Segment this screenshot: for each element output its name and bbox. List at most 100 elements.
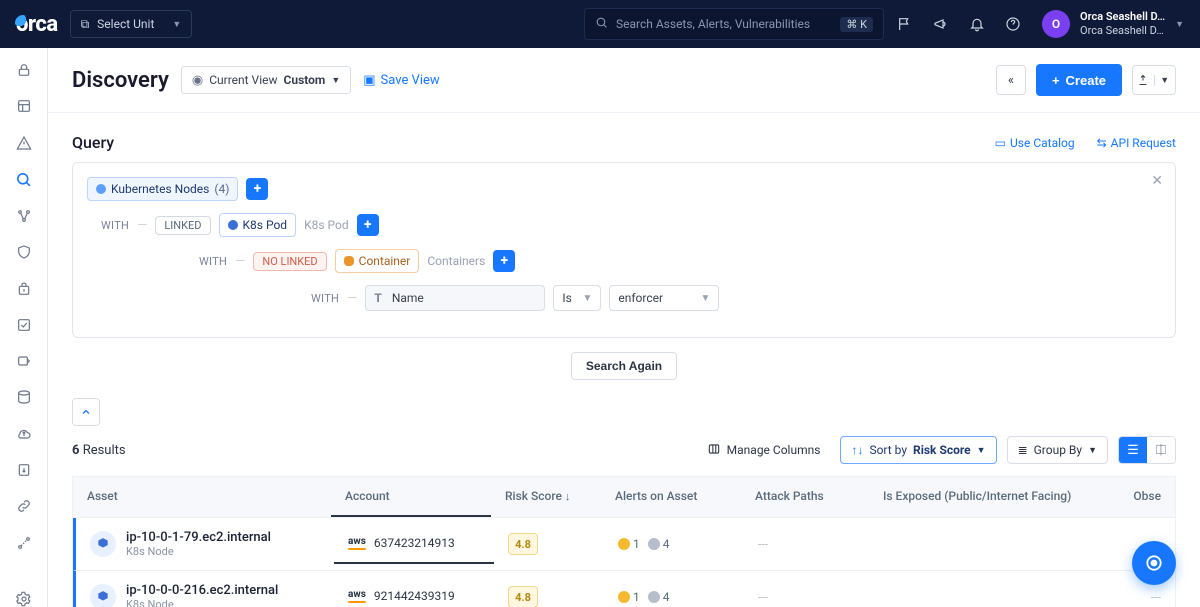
add-chip-button[interactable]: + xyxy=(493,250,515,272)
empty-value: --- xyxy=(758,590,768,604)
help-icon[interactable] xyxy=(1004,15,1022,33)
nav-settings-icon[interactable] xyxy=(14,591,34,607)
bell-icon[interactable] xyxy=(968,15,986,33)
col-obs[interactable]: Obse xyxy=(1109,477,1175,517)
col-risk[interactable]: Risk Score ↓ xyxy=(491,477,601,517)
export-icon[interactable] xyxy=(1133,74,1154,86)
nav-nodes-icon[interactable] xyxy=(14,208,34,224)
table-row[interactable]: ip-10-0-1-79.ec2.internal K8s Node aws 63… xyxy=(73,518,1175,571)
alert-pill: 4 xyxy=(648,590,670,604)
table-header: Asset Account Risk Score ↓ Alerts on Ass… xyxy=(73,476,1175,518)
account-id: 637423214913 xyxy=(374,536,455,550)
asset-name: ip-10-0-0-216.ec2.internal xyxy=(126,583,278,598)
flag-icon[interactable] xyxy=(896,15,914,33)
nav-shield-icon[interactable] xyxy=(14,244,34,260)
ghost-containers: Containers xyxy=(427,254,485,268)
nav-lock-icon[interactable] xyxy=(14,62,34,78)
logo[interactable]: oorcarca xyxy=(16,12,58,37)
operator-select[interactable]: Is ▼ xyxy=(553,285,601,311)
api-request-link[interactable]: ⇆API Request xyxy=(1097,136,1176,150)
current-view-chip[interactable]: ◉ Current View Custom ▼ xyxy=(181,66,351,94)
col-attack[interactable]: Attack Paths xyxy=(741,477,869,517)
nav-layout-icon[interactable] xyxy=(14,98,34,114)
create-button[interactable]: + Create xyxy=(1036,64,1122,96)
aws-icon: aws xyxy=(348,536,366,550)
chat-fab[interactable] xyxy=(1132,541,1176,585)
linked-badge[interactable]: LINKED xyxy=(155,216,210,235)
megaphone-icon[interactable] xyxy=(932,15,950,33)
nav-db-icon[interactable] xyxy=(14,389,34,405)
nav-search-icon[interactable] xyxy=(14,171,34,188)
query-title: Query xyxy=(72,133,114,152)
chevron-down-icon: ▼ xyxy=(582,293,592,304)
table-row[interactable]: ip-10-0-0-216.ec2.internal K8s Node aws9… xyxy=(73,571,1175,607)
columns-icon xyxy=(707,442,721,459)
save-view-link[interactable]: ▣ Save View xyxy=(363,73,439,88)
use-catalog-link[interactable]: ▭Use Catalog xyxy=(995,136,1075,150)
chevron-down-icon: ▼ xyxy=(331,75,340,86)
chip-k8s-pod[interactable]: K8s Pod xyxy=(219,213,297,237)
chevron-down-icon: ▼ xyxy=(172,19,181,30)
collapse-section-button[interactable] xyxy=(72,398,100,426)
user-menu[interactable]: O Orca Seashell D… Orca Seashell D… ▼ xyxy=(1042,10,1184,39)
unit-select[interactable]: ⧉ Select Unit ▼ xyxy=(70,10,193,38)
view-toggle: ☰ ⎅ xyxy=(1118,436,1176,464)
value-select[interactable]: enforcer ▼ xyxy=(609,285,719,311)
sort-icon: ↑↓ xyxy=(851,443,863,457)
topbar-icons xyxy=(896,15,1022,33)
nav-alert-icon[interactable] xyxy=(14,135,34,151)
side-nav xyxy=(0,48,48,607)
nav-link-icon[interactable] xyxy=(14,498,34,514)
eye-icon: ◉ xyxy=(192,73,203,88)
chevron-down-icon[interactable]: ▼ xyxy=(1154,75,1176,86)
page-header: Discovery ◉ Current View Custom ▼ ▣ Save… xyxy=(48,48,1200,113)
chip-container[interactable]: Container xyxy=(335,249,420,273)
results-count: 6 Results xyxy=(72,443,126,458)
api-icon: ⇆ xyxy=(1097,136,1107,150)
group-by-button[interactable]: ≣ Group By ▼ xyxy=(1007,436,1108,464)
text-icon: T xyxy=(374,291,381,305)
nav-cloud-up-icon[interactable] xyxy=(14,426,34,442)
card-view-button[interactable]: ⎅ xyxy=(1147,437,1175,463)
chip-kubernetes-nodes[interactable]: Kubernetes Nodes (4) xyxy=(87,177,238,201)
sort-desc-icon: ↓ xyxy=(565,490,571,503)
close-icon[interactable]: ✕ xyxy=(1151,173,1163,189)
save-icon: ▣ xyxy=(363,73,375,88)
asset-type: K8s Node xyxy=(126,545,271,558)
manage-columns-button[interactable]: Manage Columns xyxy=(697,436,831,464)
nav-archive-icon[interactable] xyxy=(14,280,34,296)
alert-pill: 1 xyxy=(618,537,640,551)
search-again-button[interactable]: Search Again xyxy=(571,352,677,380)
k8s-node-icon xyxy=(90,584,116,607)
avatar: O xyxy=(1042,10,1070,38)
sort-button[interactable]: ↑↓ Sort by Risk Score ▼ xyxy=(840,436,996,464)
plus-icon: + xyxy=(1052,73,1060,88)
search-kbd: ⌘ K xyxy=(840,17,873,32)
list-view-button[interactable]: ☰ xyxy=(1119,437,1147,463)
col-alerts[interactable]: Alerts on Asset xyxy=(601,477,741,517)
results-toolbar: 6 Results Manage Columns ↑↓ Sort by Risk… xyxy=(72,436,1176,464)
collapse-left-button[interactable]: « xyxy=(996,65,1026,95)
topbar: oorcarca ⧉ Select Unit ▼ Search Assets, … xyxy=(0,0,1200,48)
nav-review-icon[interactable] xyxy=(14,353,34,369)
add-chip-button[interactable]: + xyxy=(357,214,379,236)
chevron-down-icon: ▼ xyxy=(700,293,710,304)
asset-name: ip-10-0-1-79.ec2.internal xyxy=(126,530,271,545)
empty-value: --- xyxy=(1151,590,1161,604)
ghost-k8s-pod: K8s Pod xyxy=(304,218,349,232)
page-title: Discovery xyxy=(72,68,169,93)
no-linked-badge[interactable]: NO LINKED xyxy=(253,252,326,271)
col-account[interactable]: Account xyxy=(331,477,491,517)
field-select[interactable]: T Name xyxy=(365,285,545,311)
empty-value: --- xyxy=(758,537,768,551)
nav-check-icon[interactable] xyxy=(14,317,34,333)
add-chip-button[interactable]: + xyxy=(246,178,268,200)
col-exposed[interactable]: Is Exposed (Public/Internet Facing) xyxy=(869,477,1109,517)
risk-badge: 4.8 xyxy=(508,586,538,607)
global-search[interactable]: Search Assets, Alerts, Vulnerabilities ⌘… xyxy=(584,8,884,40)
export-split-button[interactable]: ▼ xyxy=(1132,65,1176,95)
col-asset[interactable]: Asset xyxy=(73,477,331,517)
nav-doc-icon[interactable] xyxy=(14,462,34,478)
nav-path-icon[interactable] xyxy=(14,534,34,550)
query-row-4: WITH — T Name Is ▼ enforcer ▼ xyxy=(311,285,1161,311)
